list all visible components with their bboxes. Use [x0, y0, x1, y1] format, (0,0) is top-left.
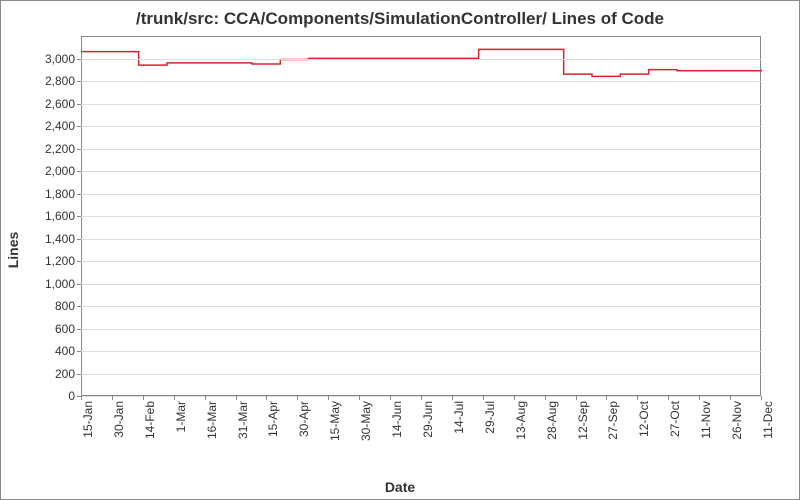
y-axis-label: Lines [5, 232, 21, 269]
y-tick [77, 261, 81, 262]
x-tick [297, 396, 298, 400]
x-tick [576, 396, 577, 400]
x-tick-label: 14-Jul [452, 401, 466, 434]
x-tick [730, 396, 731, 400]
x-tick [637, 396, 638, 400]
x-tick-label: 29-Jun [421, 401, 435, 438]
gridline [81, 261, 761, 262]
x-tick-label: 28-Aug [545, 401, 559, 440]
y-tick [77, 216, 81, 217]
y-tick [77, 81, 81, 82]
x-tick-label: 14-Feb [143, 401, 157, 439]
gridline [81, 104, 761, 105]
x-tick-label: 29-Jul [483, 401, 497, 434]
gridline [81, 81, 761, 82]
x-tick-label: 30-May [359, 401, 373, 441]
data-series-line [82, 37, 762, 397]
y-tick-label: 2,400 [45, 119, 75, 133]
x-tick-label: 13-Aug [514, 401, 528, 440]
x-tick-label: 15-Apr [266, 401, 280, 437]
x-tick-label: 1-Mar [174, 401, 188, 432]
x-tick [112, 396, 113, 400]
gridline [81, 149, 761, 150]
gridline [81, 216, 761, 217]
y-tick-label: 1,000 [45, 277, 75, 291]
x-tick [359, 396, 360, 400]
x-tick-label: 11-Dec [761, 401, 775, 439]
gridline [81, 329, 761, 330]
x-tick [421, 396, 422, 400]
y-tick [77, 374, 81, 375]
x-tick [205, 396, 206, 400]
y-tick-label: 200 [55, 367, 75, 381]
x-tick-label: 11-Nov [699, 401, 713, 439]
y-tick [77, 104, 81, 105]
x-tick [452, 396, 453, 400]
y-tick-label: 600 [55, 322, 75, 336]
y-tick-label: 1,400 [45, 232, 75, 246]
x-tick-label: 15-Jan [81, 401, 95, 438]
y-tick-label: 3,000 [45, 52, 75, 66]
y-tick-label: 2,800 [45, 74, 75, 88]
x-tick [483, 396, 484, 400]
x-tick [668, 396, 669, 400]
gridline [81, 374, 761, 375]
y-tick [77, 351, 81, 352]
x-tick [606, 396, 607, 400]
gridline [81, 284, 761, 285]
x-tick [699, 396, 700, 400]
y-tick-label: 2,600 [45, 97, 75, 111]
y-tick [77, 126, 81, 127]
chart-container: /trunk/src: CCA/Components/SimulationCon… [0, 0, 800, 500]
x-tick-label: 16-Mar [205, 401, 219, 439]
y-tick-label: 800 [55, 299, 75, 313]
x-axis-label: Date [385, 479, 415, 495]
y-tick [77, 239, 81, 240]
gridline [81, 306, 761, 307]
y-tick-label: 2,000 [45, 164, 75, 178]
y-tick-label: 1,600 [45, 209, 75, 223]
gridline [81, 351, 761, 352]
y-tick-label: 1,800 [45, 187, 75, 201]
x-tick-label: 30-Apr [297, 401, 311, 437]
x-tick-label: 15-May [328, 401, 342, 441]
x-tick-label: 27-Sep [606, 401, 620, 440]
x-tick [174, 396, 175, 400]
x-tick [514, 396, 515, 400]
x-tick-label: 30-Jan [112, 401, 126, 438]
x-tick-label: 31-Mar [236, 401, 250, 439]
y-tick [77, 59, 81, 60]
gridline [81, 171, 761, 172]
y-tick-label: 1,200 [45, 254, 75, 268]
x-tick [328, 396, 329, 400]
gridline [81, 126, 761, 127]
y-tick-label: 400 [55, 344, 75, 358]
gridline [81, 59, 761, 60]
x-tick [81, 396, 82, 400]
x-tick [266, 396, 267, 400]
y-tick [77, 194, 81, 195]
x-tick [390, 396, 391, 400]
y-tick [77, 306, 81, 307]
y-tick [77, 284, 81, 285]
y-tick [77, 171, 81, 172]
x-tick-label: 14-Jun [390, 401, 404, 438]
x-tick-label: 27-Oct [668, 401, 682, 437]
x-tick [143, 396, 144, 400]
x-tick-label: 12-Oct [637, 401, 651, 437]
gridline [81, 239, 761, 240]
y-tick-label: 2,200 [45, 142, 75, 156]
chart-title: /trunk/src: CCA/Components/SimulationCon… [1, 1, 799, 33]
x-tick [236, 396, 237, 400]
gridline [81, 194, 761, 195]
x-tick [761, 396, 762, 400]
y-tick-label: 0 [68, 389, 75, 403]
x-tick [545, 396, 546, 400]
y-tick [77, 329, 81, 330]
x-tick-label: 12-Sep [576, 401, 590, 440]
x-tick-label: 26-Nov [730, 401, 744, 440]
y-tick [77, 149, 81, 150]
